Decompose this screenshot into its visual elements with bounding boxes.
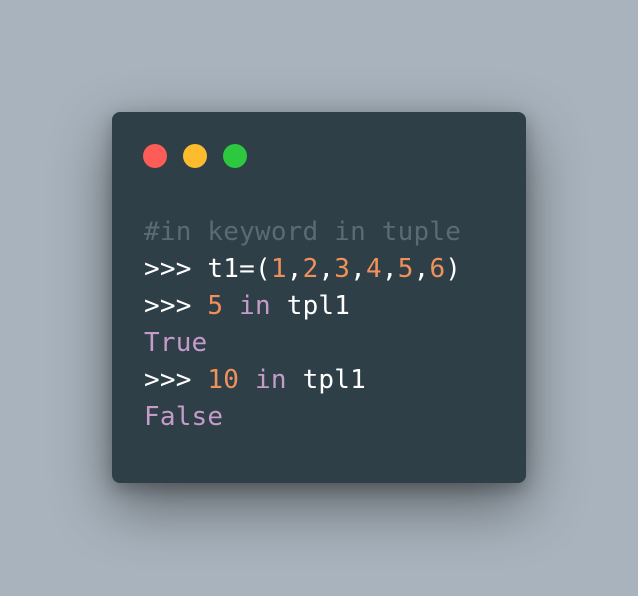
- prompt: >>>: [144, 365, 208, 395]
- in-keyword: in: [255, 365, 287, 395]
- code-output-false: False: [144, 399, 461, 436]
- tuple-assign-head: t1=(: [207, 254, 271, 284]
- prompt: >>>: [144, 291, 208, 321]
- maximize-dot-icon[interactable]: [223, 144, 247, 168]
- number-literal: 1: [270, 254, 287, 284]
- number-literal: 5: [397, 254, 414, 284]
- number-literal: 2: [302, 254, 319, 284]
- comma: ,: [413, 254, 430, 284]
- comma: ,: [318, 254, 335, 284]
- identifier: tpl1: [286, 365, 366, 395]
- bool-result: False: [144, 402, 224, 432]
- code-window: #in keyword in tuple >>> t1=(1,2,3,4,5,6…: [112, 112, 526, 483]
- number-literal: 3: [334, 254, 351, 284]
- code-comment-line: #in keyword in tuple: [144, 214, 461, 251]
- code-line-tuple-assign: >>> t1=(1,2,3,4,5,6): [144, 251, 461, 288]
- comma: ,: [350, 254, 366, 284]
- bool-result: True: [144, 328, 208, 358]
- number-literal: 5: [207, 291, 224, 321]
- number-literal: 4: [366, 254, 382, 284]
- in-keyword: in: [239, 291, 271, 321]
- close-paren: ): [445, 254, 462, 284]
- comma: ,: [286, 254, 303, 284]
- code-output-true: True: [144, 325, 461, 362]
- prompt: >>>: [144, 254, 208, 284]
- code-comment: #in keyword in tuple: [144, 217, 462, 247]
- code-block: #in keyword in tuple >>> t1=(1,2,3,4,5,6…: [144, 214, 461, 436]
- comma: ,: [381, 254, 398, 284]
- number-literal: 6: [429, 254, 446, 284]
- close-dot-icon[interactable]: [143, 144, 167, 168]
- identifier: tpl1: [270, 291, 351, 321]
- number-literal: 10: [207, 365, 240, 395]
- code-line-membership-5: >>> 5 in tpl1: [144, 288, 461, 325]
- minimize-dot-icon[interactable]: [183, 144, 207, 168]
- code-line-membership-10: >>> 10 in tpl1: [144, 362, 461, 399]
